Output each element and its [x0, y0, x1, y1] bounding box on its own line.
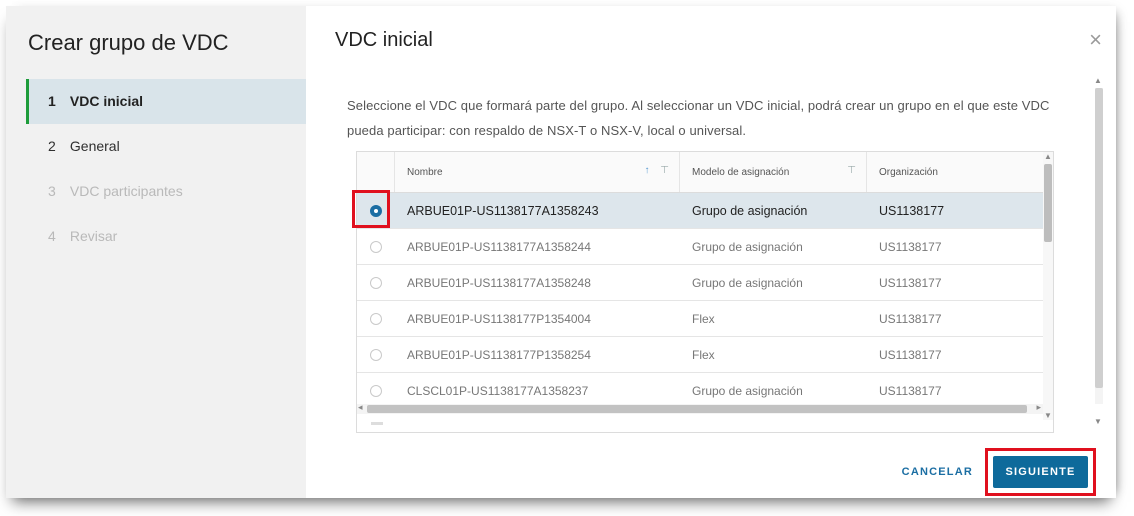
cell-nombre: CLSCL01P-US1138177A1358237	[407, 383, 589, 398]
cell-modelo: Grupo de asignación	[692, 203, 808, 218]
scroll-down-icon[interactable]: ▼	[1094, 417, 1102, 426]
scroll-up-icon[interactable]: ▲	[1044, 152, 1052, 161]
scroll-down-icon[interactable]: ▼	[1044, 411, 1052, 420]
header-nombre[interactable]: Nombre ↑ ⊤	[395, 152, 680, 192]
partial-row-indicator	[371, 422, 383, 425]
step-number: 1	[48, 93, 56, 109]
radio-button[interactable]	[370, 276, 382, 289]
close-icon[interactable]: ×	[1089, 29, 1102, 51]
wizard-footer: CANCELAR SIGUIENTE	[894, 448, 1096, 496]
step-revisar: 4 Revisar	[26, 214, 306, 259]
wizard-sidebar: Crear grupo de VDC 1 VDC inicial 2 Gener…	[6, 6, 306, 498]
next-button[interactable]: SIGUIENTE	[993, 456, 1088, 488]
row-select[interactable]	[357, 301, 395, 336]
radio-button[interactable]	[370, 384, 382, 397]
row-select[interactable]	[357, 265, 395, 300]
scrollbar-thumb[interactable]	[367, 405, 1027, 413]
scroll-right-icon[interactable]: ▸	[1036, 402, 1041, 413]
cell-organizacion: US1138177	[879, 275, 942, 290]
step-label: General	[69, 138, 120, 154]
cell-organizacion: US1138177	[879, 311, 942, 326]
radio-button[interactable]	[370, 348, 382, 361]
table-row[interactable]: ARBUE01P-US1138177A1358243 Grupo de asig…	[357, 193, 1053, 229]
table-row[interactable]: ARBUE01P-US1138177P1358254 Flex US113817…	[357, 337, 1053, 373]
datagrid-header: Nombre ↑ ⊤ Modelo de asignación ⊤ Organi…	[357, 152, 1053, 193]
radio-button[interactable]	[370, 312, 382, 325]
datagrid-vertical-scrollbar[interactable]: ▲ ▼	[1043, 152, 1053, 420]
annotation-highlight-next: SIGUIENTE	[985, 448, 1096, 496]
scrollbar-thumb[interactable]	[1044, 164, 1052, 242]
cell-modelo: Grupo de asignación	[692, 275, 803, 290]
scroll-left-icon[interactable]: ◂	[358, 402, 363, 413]
page-title: VDC inicial	[335, 29, 433, 51]
column-tools: ⊤	[847, 165, 856, 176]
datagrid-horizontal-scrollbar[interactable]: ◂ ▸	[357, 402, 1043, 414]
step-label: Revisar	[69, 228, 118, 244]
row-select[interactable]	[357, 229, 395, 264]
step-vdc-participantes: 3 VDC participantes	[26, 169, 306, 214]
cancel-button[interactable]: CANCELAR	[894, 455, 981, 489]
cell-modelo: Grupo de asignación	[692, 239, 803, 254]
step-number: 3	[48, 183, 56, 199]
create-vdc-group-dialog: Crear grupo de VDC 1 VDC inicial 2 Gener…	[6, 6, 1116, 498]
step-general[interactable]: 2 General	[26, 124, 306, 169]
filter-icon[interactable]: ⊤	[660, 165, 669, 176]
step-number: 4	[48, 228, 56, 244]
wizard-steps: 1 VDC inicial 2 General 3 VDC participan…	[26, 79, 306, 259]
cell-modelo: Flex	[692, 347, 715, 362]
cell-nombre: ARBUE01P-US1138177P1358254	[407, 347, 591, 362]
header-select-column	[357, 152, 395, 192]
table-row[interactable]: ARBUE01P-US1138177A1358244 Grupo de asig…	[357, 229, 1053, 265]
wizard-content: VDC inicial × Seleccione el VDC que form…	[306, 6, 1116, 498]
content-scrollbar[interactable]: ▲ ▼	[1094, 76, 1104, 426]
column-tools: ↑ ⊤	[645, 165, 670, 176]
cell-modelo: Flex	[692, 311, 715, 326]
cell-nombre: ARBUE01P-US1138177A1358244	[407, 239, 591, 254]
column-label: Organización	[879, 166, 938, 178]
radio-button[interactable]	[370, 240, 382, 253]
header-modelo-asignacion[interactable]: Modelo de asignación ⊤	[680, 152, 867, 192]
filter-icon[interactable]: ⊤	[847, 165, 856, 176]
table-row[interactable]: ARBUE01P-US1138177P1354004 Flex US113817…	[357, 301, 1053, 337]
cell-organizacion: US1138177	[879, 239, 942, 254]
cell-nombre: ARBUE01P-US1138177A1358243	[407, 203, 599, 218]
cell-organizacion: US1138177	[879, 203, 945, 218]
cell-organizacion: US1138177	[879, 383, 942, 398]
cell-modelo: Grupo de asignación	[692, 383, 803, 398]
table-row[interactable]: ARBUE01P-US1138177A1358248 Grupo de asig…	[357, 265, 1053, 301]
cell-nombre: ARBUE01P-US1138177A1358248	[407, 275, 591, 290]
vdc-datagrid: Nombre ↑ ⊤ Modelo de asignación ⊤ Organi…	[356, 151, 1054, 433]
cell-organizacion: US1138177	[879, 347, 942, 362]
column-label: Nombre	[407, 166, 443, 178]
annotation-highlight-radio	[352, 190, 390, 228]
row-select[interactable]	[357, 337, 395, 372]
step-vdc-inicial[interactable]: 1 VDC inicial	[26, 79, 306, 124]
scroll-up-icon[interactable]: ▲	[1094, 76, 1102, 85]
cell-nombre: ARBUE01P-US1138177P1354004	[407, 311, 591, 326]
step-label: VDC inicial	[69, 93, 144, 109]
column-label: Modelo de asignación	[692, 166, 790, 178]
header-organizacion[interactable]: Organización	[867, 152, 1053, 192]
sort-ascending-icon[interactable]: ↑	[645, 165, 650, 176]
step-label: VDC participantes	[69, 183, 183, 199]
step-number: 2	[48, 138, 56, 154]
scrollbar-thumb[interactable]	[1095, 88, 1103, 388]
wizard-title: Crear grupo de VDC	[28, 30, 229, 55]
page-description: Seleccione el VDC que formará parte del …	[347, 98, 1050, 138]
